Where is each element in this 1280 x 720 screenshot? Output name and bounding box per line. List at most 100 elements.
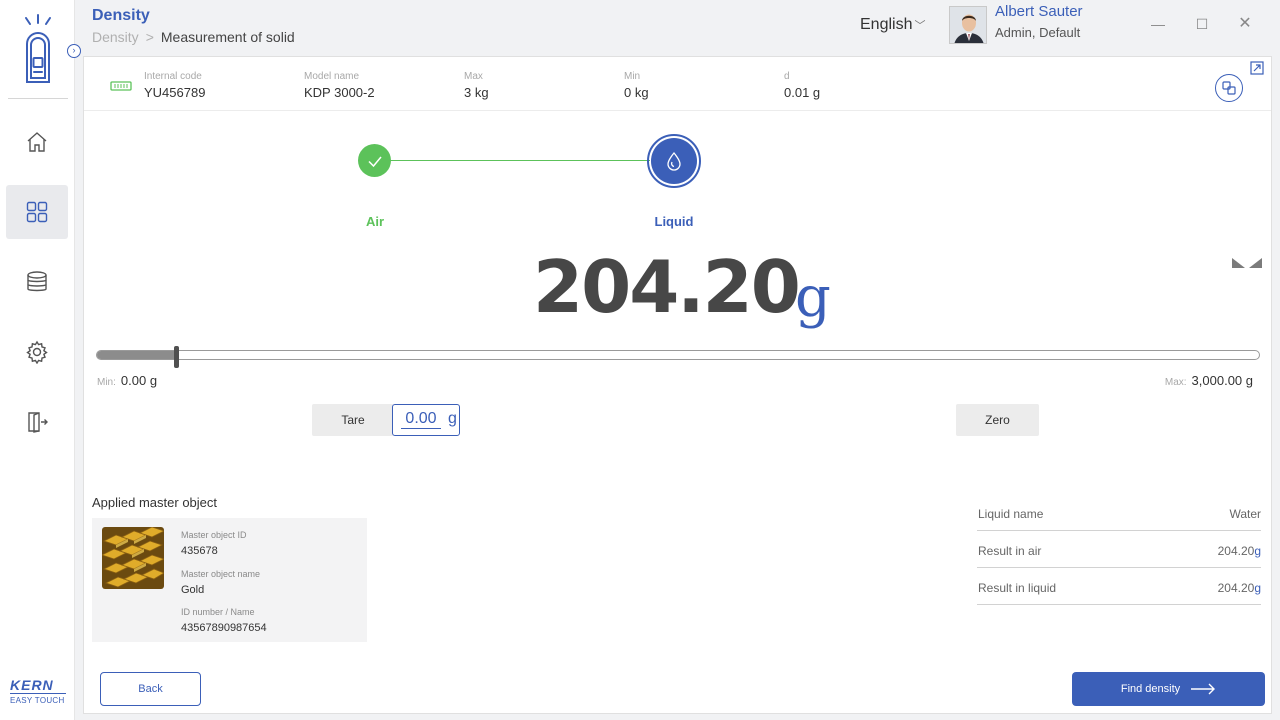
copy-icon: [1222, 81, 1236, 95]
nav-home[interactable]: [6, 115, 68, 169]
device-info-row: Internal code YU456789 Model name KDP 30…: [84, 57, 1271, 111]
expand-icon[interactable]: [1250, 61, 1264, 75]
capacity-bar-fill: [97, 351, 177, 359]
step-liquid-label: Liquid: [654, 214, 694, 229]
breadcrumb-item-density[interactable]: Density: [92, 29, 139, 45]
drop-icon: [667, 152, 681, 171]
breadcrumb-item-current: Measurement of solid: [160, 29, 295, 45]
find-density-button[interactable]: Find density: [1072, 672, 1265, 706]
language-select[interactable]: English ﹀: [860, 16, 925, 34]
minimize-view-icon[interactable]: [1232, 257, 1262, 269]
home-icon: [27, 132, 47, 152]
info-label: d: [784, 71, 790, 82]
breadcrumb-separator-icon: >: [145, 29, 154, 45]
result-value-number: Water: [1229, 507, 1261, 521]
arrow-right-icon: [1191, 683, 1216, 695]
result-unit: g: [1254, 581, 1261, 595]
capacity-bar-thumb: [174, 346, 180, 368]
info-label: Internal code: [144, 71, 202, 82]
field-label: ID number / Name: [181, 607, 255, 617]
weight-value: 204.20: [533, 245, 801, 329]
chevron-down-icon: ﹀: [914, 20, 926, 32]
zero-button[interactable]: Zero: [956, 404, 1039, 436]
gold-bars-image: [102, 527, 164, 589]
field-value: 43567890987654: [181, 622, 267, 634]
nav-settings[interactable]: [6, 325, 68, 379]
step-air-label: Air: [365, 214, 385, 229]
result-liquid-name: Liquid name Water: [977, 505, 1261, 531]
tare-input[interactable]: 0.00 g: [392, 404, 460, 436]
info-max: Max 3 kg: [464, 71, 489, 100]
capacity-bar: [96, 346, 1260, 368]
result-label: Result in liquid: [978, 581, 1057, 595]
result-unit: g: [1254, 544, 1261, 558]
result-label: Liquid name: [978, 507, 1044, 521]
info-value: YU456789: [144, 85, 206, 100]
apps-icon: [26, 201, 48, 223]
min-label: Min:: [97, 377, 116, 388]
weight-unit: g: [795, 265, 831, 330]
nav-apps[interactable]: [6, 185, 68, 239]
kern-brand-sub: EASY TOUCH: [10, 696, 65, 705]
tare-unit: g: [448, 410, 457, 427]
result-in-air: Result in air 204.20g: [977, 542, 1261, 568]
avatar[interactable]: [949, 6, 987, 44]
master-object-title: Applied master object: [92, 495, 218, 510]
tare-value: 0.00: [401, 410, 441, 429]
master-object-card: Master object ID 435678 Master object na…: [92, 518, 367, 642]
info-readability: d 0.01 g: [784, 71, 820, 100]
nav-logout[interactable]: [6, 395, 68, 449]
close-icon[interactable]: ✕: [1233, 12, 1257, 36]
master-object-id-number: ID number / Name 43567890987654: [181, 607, 267, 634]
info-value: 0.01 g: [784, 85, 821, 100]
measurement-card: Internal code YU456789 Model name KDP 30…: [83, 56, 1272, 714]
user-name[interactable]: Albert Sauter: [995, 3, 1083, 20]
info-value: KDP 3000-2: [304, 85, 375, 100]
user-photo-icon: [950, 7, 986, 43]
info-label: Min: [624, 71, 641, 82]
info-value: 3 kg: [464, 85, 489, 100]
field-value: Gold: [181, 584, 205, 596]
max-label: Max:: [1164, 377, 1187, 388]
field-label: Master object ID: [181, 530, 247, 540]
master-object-name: Master object name Gold: [181, 569, 260, 596]
result-value-number: 204.20: [1217, 581, 1255, 595]
switch-view-button[interactable]: [1215, 74, 1243, 102]
sidebar: KERN EASY TOUCH: [0, 0, 75, 720]
step-air[interactable]: [358, 144, 391, 177]
maximize-icon[interactable]: ☐: [1190, 12, 1214, 36]
info-label: Model name: [304, 71, 360, 82]
page-title: Density: [92, 7, 150, 24]
sidebar-divider: [8, 98, 68, 99]
tare-button[interactable]: Tare: [312, 404, 394, 436]
result-in-liquid: Result in liquid 204.20g: [977, 579, 1261, 605]
info-min: Min 0 kg: [624, 71, 649, 100]
kern-brand-name: KERN: [10, 678, 66, 694]
balance-icon: [110, 81, 132, 91]
result-value: Water: [1229, 507, 1261, 521]
kern-device-logo-icon: [25, 14, 51, 83]
nav-database[interactable]: [6, 255, 68, 309]
min-readout: Min: 0.00 g: [97, 373, 157, 388]
result-label: Result in air: [978, 544, 1042, 558]
field-value: 435678: [181, 545, 218, 557]
info-internal-code: Internal code YU456789: [144, 71, 205, 100]
user-role: Admin, Default: [995, 25, 1081, 40]
info-value: 0 kg: [624, 85, 649, 100]
settings-icon: [26, 340, 48, 364]
step-liquid-inner: [651, 138, 697, 184]
max-readout: Max: 3,000.00 g: [1165, 373, 1253, 388]
logout-icon: [28, 412, 48, 433]
back-button[interactable]: Back: [100, 672, 201, 706]
header: Density Density > Measurement of solid Eng…: [76, 0, 1280, 56]
max-value: 3,000.00 g: [1191, 373, 1253, 388]
master-object-id: Master object ID 435678: [181, 530, 247, 557]
kern-brand: KERN EASY TOUCH: [10, 678, 66, 705]
minimize-icon[interactable]: —: [1146, 12, 1170, 36]
sidebar-expand-icon[interactable]: ›: [67, 44, 81, 58]
check-icon: [367, 156, 382, 167]
min-value: 0.00 g: [120, 373, 158, 388]
step-liquid[interactable]: [647, 134, 701, 188]
language-value: English: [860, 16, 913, 33]
result-value: 204.20g: [1218, 544, 1261, 558]
